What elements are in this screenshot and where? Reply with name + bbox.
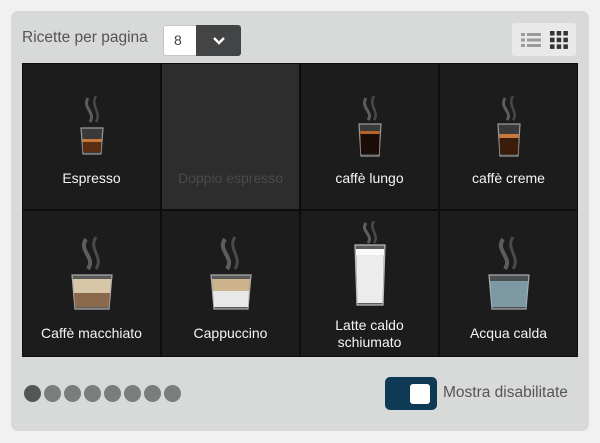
recipe-tile-acqua-calda[interactable]: Acqua calda — [440, 211, 577, 356]
list-view-icon[interactable] — [520, 32, 541, 48]
lungo-cup-icon — [357, 95, 382, 157]
page-dot[interactable] — [84, 385, 101, 402]
recipe-label: Doppio espresso — [177, 170, 284, 186]
recipe-label: Acqua calda — [469, 325, 548, 341]
per-page-select[interactable]: 8 — [163, 25, 241, 56]
recipe-tile-latte-caldo-schiumato[interactable]: Latte caldo schiumato — [301, 211, 438, 356]
per-page-label: Ricette per pagina — [22, 29, 148, 46]
page-dot[interactable] — [44, 385, 61, 402]
page-dot[interactable] — [144, 385, 161, 402]
dropdown-button[interactable] — [196, 25, 241, 56]
page-dot[interactable] — [24, 385, 41, 402]
grid-view-icon[interactable] — [549, 30, 568, 49]
toggle-knob — [410, 384, 430, 404]
show-disabled-label: Mostra disabilitate — [443, 384, 568, 401]
recipe-tile-doppio-espresso[interactable]: Doppio espresso — [162, 64, 299, 209]
page-dot[interactable] — [124, 385, 141, 402]
recipe-label: Latte caldo schiumato — [301, 317, 438, 351]
cappuccino-glass-icon — [209, 236, 252, 310]
creme-cup-icon — [496, 95, 521, 157]
recipe-grid: Espresso Doppio espresso caffè lungo caf… — [22, 63, 578, 357]
recipe-tile-caffe-lungo[interactable]: caffè lungo — [301, 64, 438, 209]
recipe-label: Caffè macchiato — [41, 325, 142, 341]
page-dot[interactable] — [164, 385, 181, 402]
recipe-label-text: Latte caldo schiumato — [335, 317, 404, 350]
macchiato-glass-icon — [70, 236, 113, 310]
recipe-label: Cappuccino — [193, 325, 268, 341]
per-page-value[interactable]: 8 — [163, 25, 196, 56]
recipe-tile-espresso[interactable]: Espresso — [23, 64, 160, 209]
show-disabled-toggle[interactable] — [385, 377, 437, 410]
water-glass-icon — [487, 236, 530, 310]
espresso-cup-icon — [79, 95, 104, 155]
recipes-panel: Ricette per pagina 8 Espresso Doppio esp… — [11, 11, 589, 431]
recipe-tile-caffe-creme[interactable]: caffè creme — [440, 64, 577, 209]
view-toggle — [512, 23, 576, 56]
recipe-label: caffè lungo — [335, 170, 404, 186]
recipe-label: caffè creme — [472, 170, 545, 186]
recipe-tile-cappuccino[interactable]: Cappuccino — [162, 211, 299, 356]
chevron-down-icon — [212, 36, 225, 45]
page-dot[interactable] — [104, 385, 121, 402]
recipe-tile-caffe-macchiato[interactable]: Caffè macchiato — [23, 211, 160, 356]
recipe-label: Espresso — [62, 170, 121, 186]
toolbar: Ricette per pagina 8 — [11, 11, 589, 63]
page-indicator — [24, 385, 181, 402]
page-dot[interactable] — [64, 385, 81, 402]
latte-glass-icon — [353, 221, 386, 306]
